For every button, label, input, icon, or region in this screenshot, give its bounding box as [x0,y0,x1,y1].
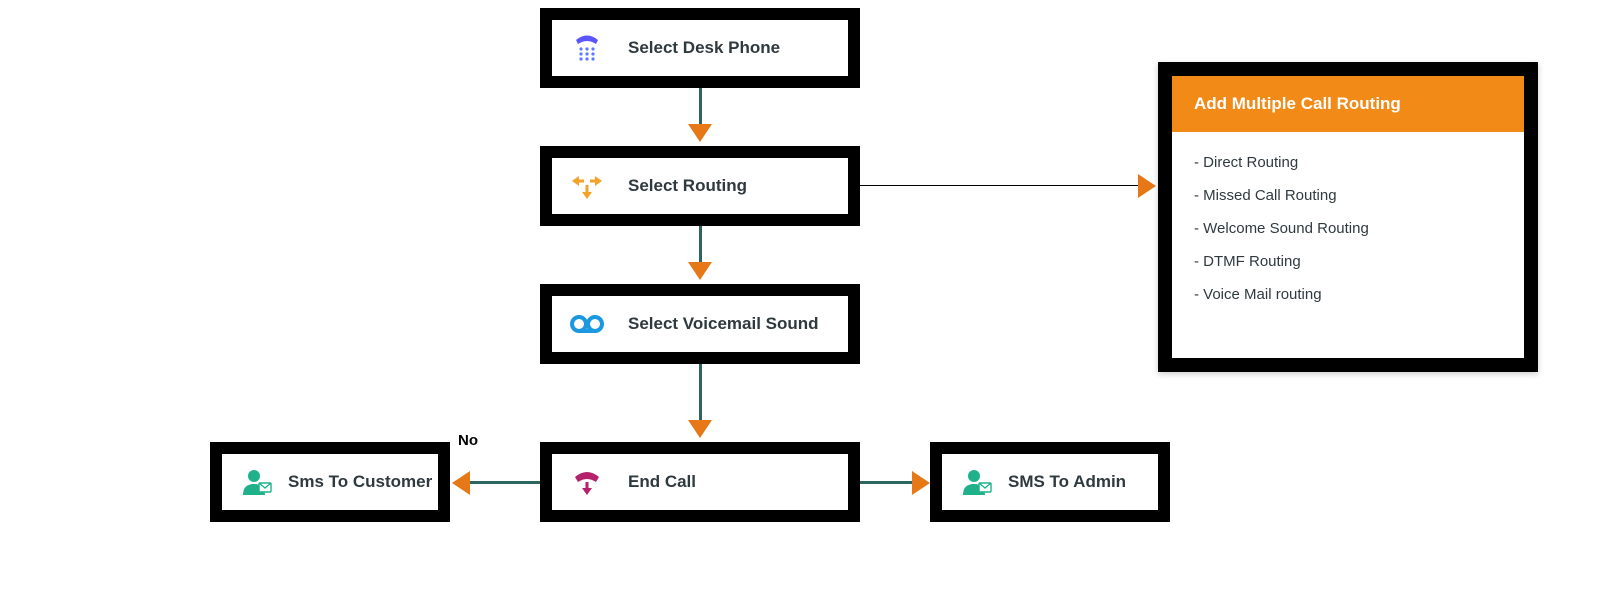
panel-item: - DTMF Routing [1194,245,1502,278]
connector [468,481,540,484]
connector [699,226,702,264]
panel-title: Add Multiple Call Routing [1172,76,1524,132]
person-mail-icon [240,465,274,499]
arrow-down-icon [688,124,712,142]
arrow-down-icon [688,262,712,280]
step-label: SMS To Admin [1008,472,1126,492]
end-call-icon [570,465,604,499]
step-label: Select Desk Phone [628,38,780,58]
connector [860,185,1140,186]
panel-item: - Welcome Sound Routing [1194,212,1502,245]
edge-label-no: No [458,432,478,449]
step-end-call: End Call [540,442,860,522]
connector [699,88,702,126]
arrow-right-icon [1138,174,1156,198]
routing-icon [570,169,604,203]
arrow-left-icon [452,471,470,495]
step-sms-admin: SMS To Admin [930,442,1170,522]
diagram-canvas: Select Desk Phone Select Routing [0,0,1600,591]
connector [699,364,702,422]
connector [860,481,914,484]
panel-body: - Direct Routing - Missed Call Routing -… [1172,132,1524,325]
step-label: Sms To Customer [288,472,432,492]
panel-item: - Direct Routing [1194,146,1502,179]
desk-phone-icon [570,31,604,65]
voicemail-icon [570,307,604,341]
panel-item: - Missed Call Routing [1194,179,1502,212]
step-sms-customer: Sms To Customer [210,442,450,522]
step-label: Select Routing [628,176,747,196]
person-mail-icon [960,465,994,499]
step-label: End Call [628,472,696,492]
step-select-routing: Select Routing [540,146,860,226]
step-select-desk-phone: Select Desk Phone [540,8,860,88]
step-label: Select Voicemail Sound [628,314,819,334]
arrow-down-icon [688,420,712,438]
panel-item: - Voice Mail routing [1194,278,1502,311]
arrow-right-icon [912,471,930,495]
panel-call-routing: Add Multiple Call Routing - Direct Routi… [1158,62,1538,372]
step-select-voicemail: Select Voicemail Sound [540,284,860,364]
